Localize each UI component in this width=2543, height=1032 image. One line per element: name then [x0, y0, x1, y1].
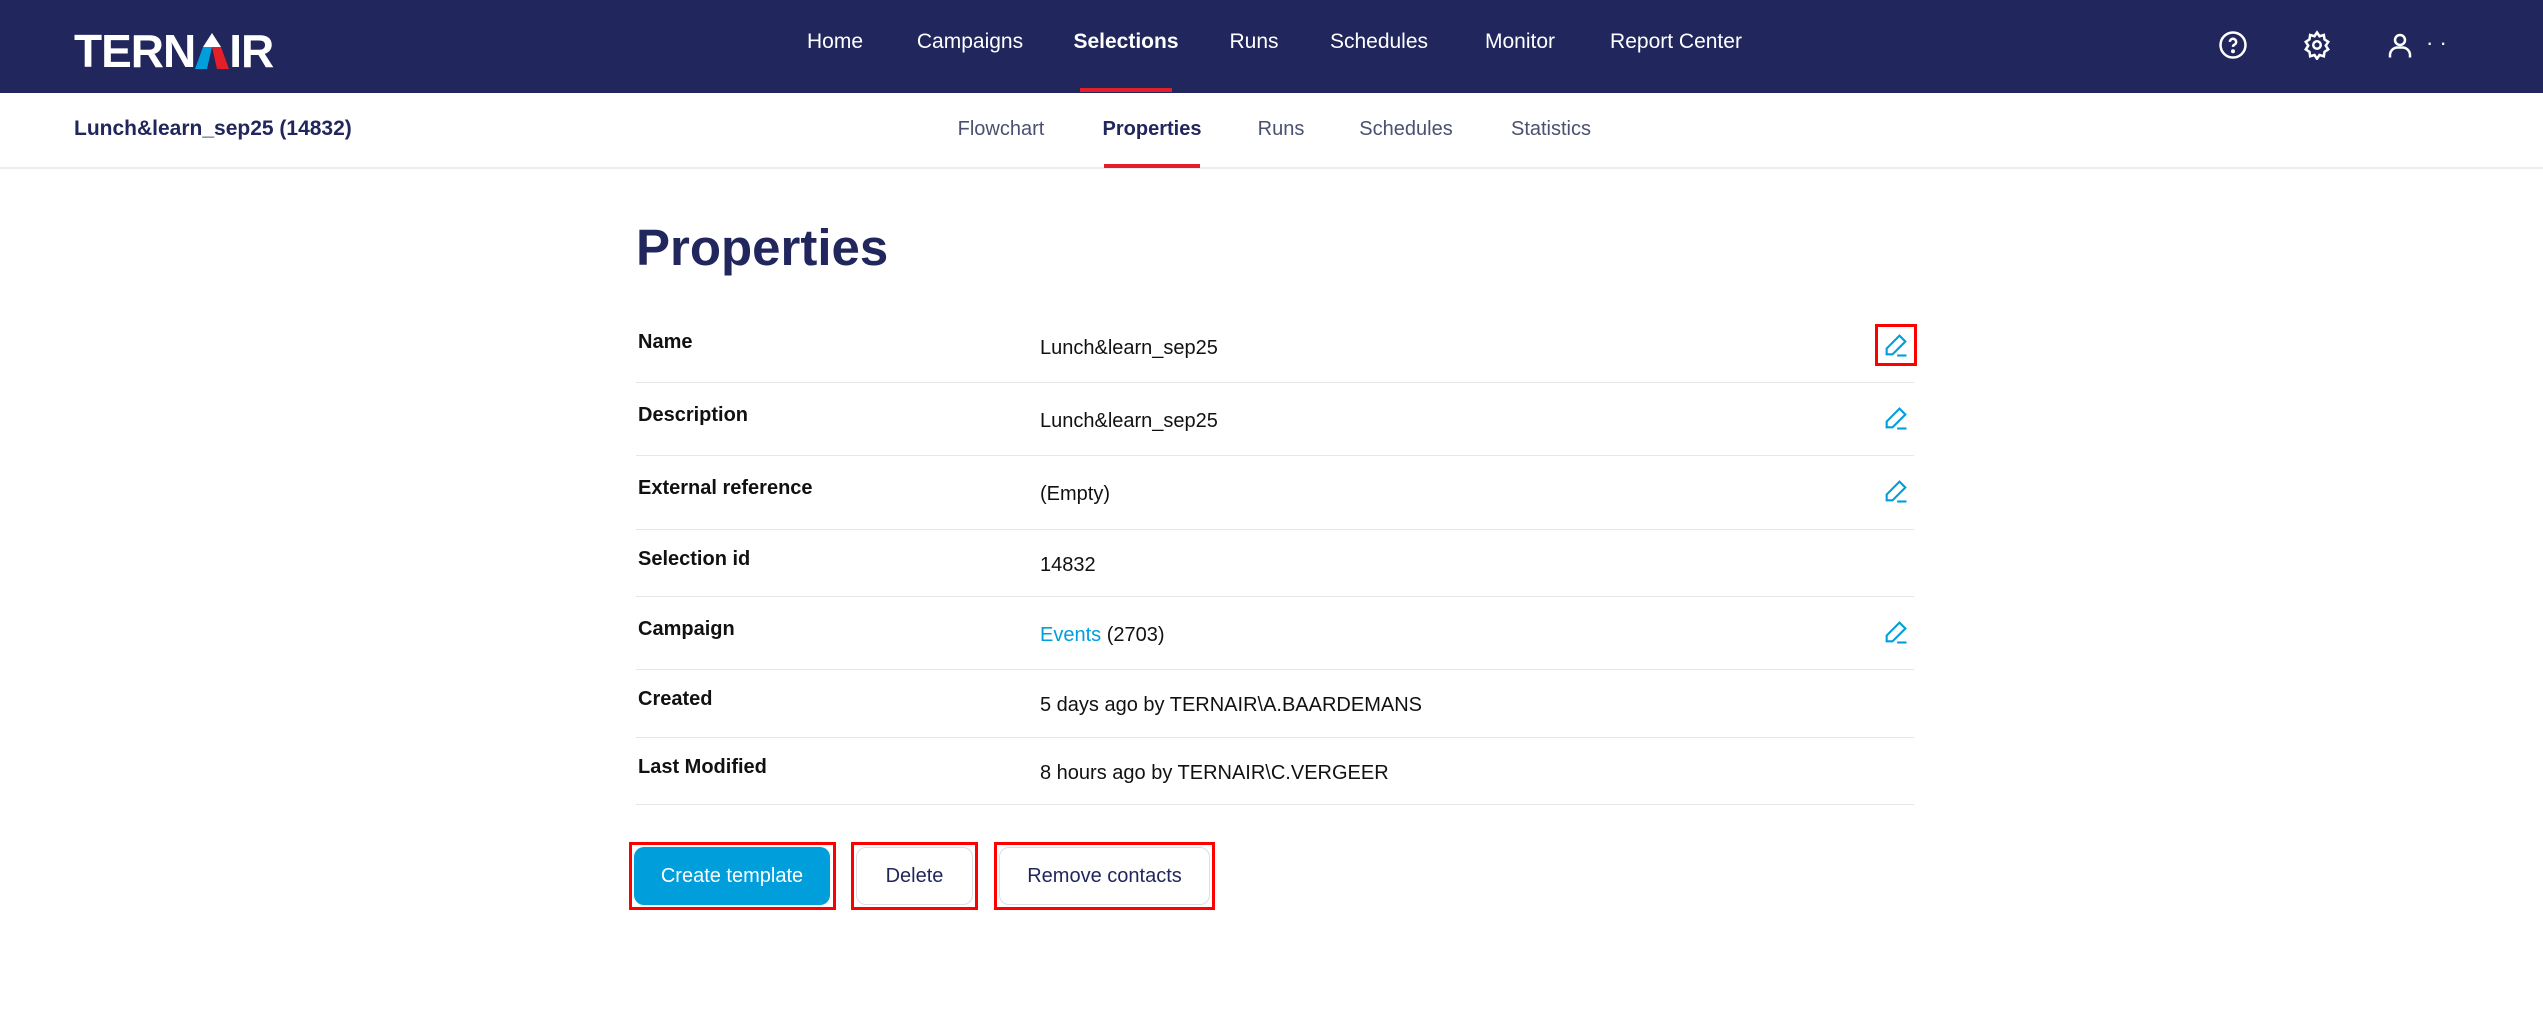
property-label: Campaign	[638, 618, 735, 640]
user-icon[interactable]	[2385, 30, 2415, 60]
property-label: Selection id	[638, 548, 751, 570]
selection-breadcrumb: Lunch&learn_sep25 (14832)	[74, 117, 352, 140]
nav-home[interactable]: Home	[807, 30, 863, 54]
sub-navbar: Lunch&learn_sep25 (14832) Flowchart Prop…	[0, 93, 2543, 169]
help-circle-icon[interactable]	[2218, 30, 2248, 60]
property-value-text: (Empty)	[1040, 483, 1110, 505]
property-row: Name Lunch&learn_sep25	[636, 310, 1917, 383]
tab-runs[interactable]: Runs	[1258, 118, 1305, 141]
property-value: Events (2703)	[1040, 624, 1165, 647]
property-label: External reference	[638, 477, 813, 499]
property-row: Created 5 days ago by TERNAIR\A.BAARDEMAN…	[636, 670, 1914, 738]
nav-runs[interactable]: Runs	[1229, 30, 1278, 54]
tab-properties[interactable]: Properties	[1103, 118, 1202, 141]
property-value-text: 8 hours ago by TERNAIR\C.VERGEER	[1040, 762, 1389, 784]
nav-monitor[interactable]: Monitor	[1485, 30, 1555, 54]
nav-report-center[interactable]: Report Center	[1610, 30, 1742, 54]
top-navbar: TERN IR Home Campaigns Selections Runs Sc…	[0, 0, 2543, 93]
edit-pencil-icon[interactable]	[1882, 477, 1910, 505]
property-row: Campaign Events (2703)	[636, 597, 1914, 670]
highlight-box	[629, 842, 836, 910]
gear-icon[interactable]	[2302, 30, 2332, 60]
active-nav-underline	[1080, 88, 1172, 92]
property-value-text: 5 days ago by TERNAIR\A.BAARDEMANS	[1040, 694, 1422, 716]
nav-selections[interactable]: Selections	[1073, 30, 1178, 54]
ternair-logo[interactable]: TERN IR	[74, 24, 274, 78]
property-value-text: Lunch&learn_sep25	[1040, 337, 1218, 359]
property-value: 5 days ago by TERNAIR\A.BAARDEMANS	[1040, 694, 1422, 717]
property-row: Description Lunch&learn_sep25	[636, 383, 1914, 456]
tab-flowchart[interactable]: Flowchart	[958, 118, 1045, 141]
property-value: 14832	[1040, 554, 1096, 577]
property-row: Selection id 14832	[636, 530, 1914, 597]
property-value: (Empty)	[1040, 483, 1110, 506]
campaign-link[interactable]: Events	[1040, 624, 1101, 646]
property-label: Description	[638, 404, 749, 426]
property-value-text: 14832	[1040, 554, 1096, 576]
nav-schedules[interactable]: Schedules	[1330, 30, 1428, 54]
active-tab-underline	[1104, 164, 1200, 168]
property-value: Lunch&learn_sep25	[1040, 410, 1218, 433]
property-row: External reference (Empty)	[636, 456, 1914, 530]
property-label: Created	[638, 688, 713, 710]
tab-statistics[interactable]: Statistics	[1511, 118, 1591, 141]
property-value-text: Lunch&learn_sep25	[1040, 410, 1218, 432]
edit-pencil-icon[interactable]	[1882, 618, 1910, 646]
user-name[interactable]: · ·	[2426, 30, 2447, 56]
highlight-box	[851, 842, 978, 910]
page-title: Properties	[636, 219, 889, 276]
edit-pencil-icon[interactable]	[1882, 404, 1910, 432]
highlight-box	[994, 842, 1215, 910]
edit-pencil-icon[interactable]	[1875, 324, 1917, 366]
property-value-text: (2703)	[1101, 624, 1165, 646]
property-value: 8 hours ago by TERNAIR\C.VERGEER	[1040, 762, 1389, 785]
property-label: Last Modified	[638, 756, 767, 778]
property-value: Lunch&learn_sep25	[1040, 337, 1218, 360]
tab-schedules[interactable]: Schedules	[1359, 118, 1452, 141]
logo-triangle-icon	[195, 26, 230, 69]
nav-campaigns[interactable]: Campaigns	[917, 30, 1023, 54]
property-label: Name	[638, 331, 693, 353]
property-row: Last Modified 8 hours ago by TERNAIR\C.VE…	[636, 738, 1914, 805]
